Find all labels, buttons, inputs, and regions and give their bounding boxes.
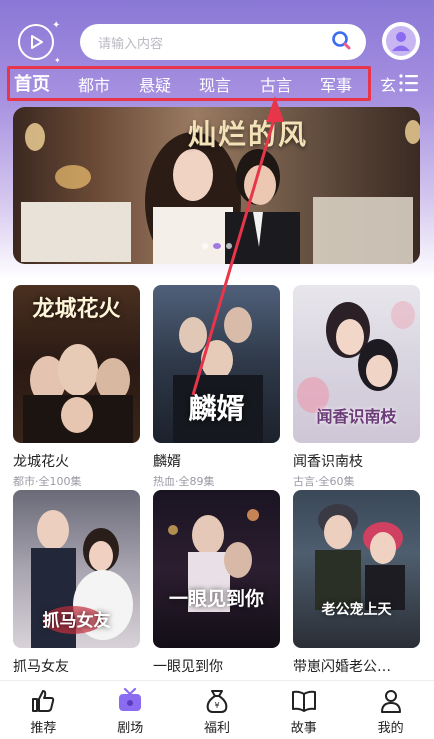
tab-story[interactable]: 故事	[260, 681, 347, 739]
drama-title: 闻香识南枝	[293, 454, 363, 470]
tab-label: 故事	[290, 721, 317, 736]
featured-banner[interactable]: 灿烂的风	[13, 107, 420, 264]
user-avatar[interactable]	[382, 22, 420, 60]
tab-theater[interactable]: 剧场	[87, 681, 174, 739]
poster-title: 麟婿	[188, 392, 245, 425]
drama-card[interactable]: 麟婿 麟婿 热血·全89集	[153, 285, 280, 489]
banner-title: 灿烂的风	[188, 118, 309, 151]
poster-title: 老公宠上天	[321, 602, 392, 618]
bottom-tab-bar: 推荐 剧场 ¥ 福利 故事 我的	[0, 680, 434, 739]
poster-title: 闻香识南枝	[316, 407, 397, 426]
drama-title: 带崽闪婚老公…	[293, 659, 391, 675]
drama-poster[interactable]: 龙城花火	[13, 285, 140, 443]
drama-title: 一眼见到你	[153, 659, 223, 675]
carousel-dot[interactable]	[226, 243, 232, 249]
drama-poster[interactable]: 麟婿	[153, 285, 280, 443]
tab-label: 推荐	[30, 721, 57, 736]
drama-title: 麟婿	[153, 454, 181, 470]
tab-label: 福利	[203, 721, 230, 736]
carousel-indicator	[202, 243, 232, 249]
drama-card[interactable]: 龙城花火 龙城花火 都市·全100集	[13, 285, 140, 489]
tv-icon	[119, 687, 142, 711]
thumbs-up-icon	[32, 690, 55, 712]
drama-card[interactable]: 闻香识南枝 闻香识南枝 古言·全60集	[293, 285, 420, 489]
carousel-dot[interactable]	[202, 243, 208, 249]
drama-meta: 都市·全100集	[13, 475, 82, 488]
drama-card[interactable]: 一眼见到你 一眼见到你	[153, 490, 280, 678]
carousel-dot-active[interactable]	[213, 243, 221, 249]
category-menu-icon[interactable]	[398, 72, 420, 94]
drama-poster[interactable]: 闻香识南枝	[293, 285, 420, 443]
drama-meta: 古言·全60集	[293, 475, 355, 488]
book-icon	[291, 690, 316, 712]
drama-poster[interactable]: 老公宠上天	[293, 490, 420, 648]
tab-recommend[interactable]: 推荐	[0, 681, 87, 739]
search-icon[interactable]	[330, 29, 352, 55]
tab-welfare[interactable]: ¥ 福利	[174, 681, 261, 739]
drama-poster[interactable]: 抓马女友	[13, 490, 140, 648]
tab-mine[interactable]: 我的	[347, 681, 434, 739]
tab-label: 剧场	[117, 721, 144, 736]
category-highlight-box	[7, 66, 371, 101]
tab-label: 我的	[377, 721, 404, 736]
user-icon	[380, 690, 401, 713]
poster-title: 抓马女友	[42, 611, 111, 631]
svg-text:¥: ¥	[214, 701, 219, 710]
drama-poster[interactable]: 一眼见到你	[153, 490, 280, 648]
poster-title: 龙城花火	[32, 296, 121, 322]
poster-title: 一眼见到你	[168, 588, 264, 610]
drama-meta: 热血·全89集	[153, 475, 215, 488]
drama-card[interactable]: 老公宠上天 带崽闪婚老公…	[293, 490, 420, 678]
app-logo-play-icon[interactable]	[18, 24, 54, 60]
tab-fantasy[interactable]: 玄幻	[380, 72, 396, 96]
sparkle-icon: ✦	[52, 20, 61, 31]
search-input[interactable]: 请输入内容	[80, 24, 366, 60]
drama-title: 龙城花火	[13, 454, 69, 470]
money-bag-icon: ¥	[206, 690, 228, 713]
drama-card[interactable]: 抓马女友 抓马女友	[13, 490, 140, 678]
search-placeholder: 请输入内容	[98, 36, 164, 52]
drama-title: 抓马女友	[13, 659, 69, 675]
